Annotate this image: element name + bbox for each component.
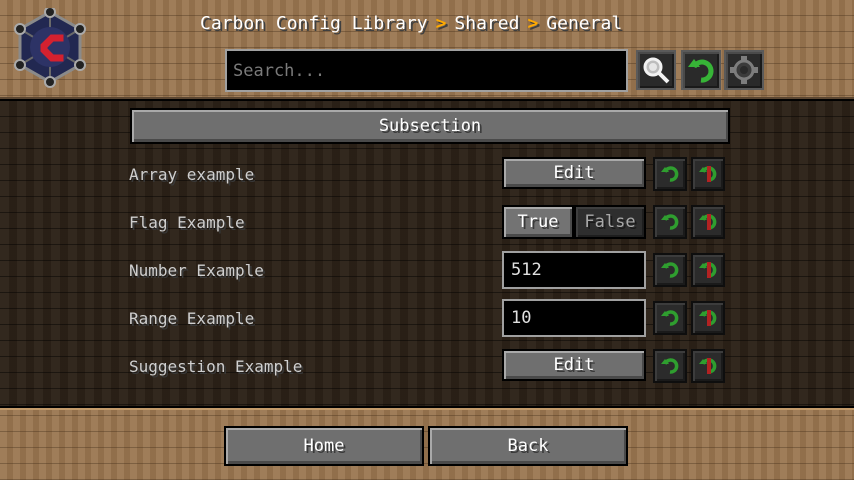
breadcrumb-item-shared[interactable]: Shared [454,13,519,34]
default-icon [699,214,717,230]
settings-button[interactable] [724,50,764,90]
flag-example-reset-button[interactable] [653,205,687,239]
carbon-logo-icon [14,8,86,88]
default-icon [699,310,717,326]
number-example-reset-button[interactable] [653,253,687,287]
range-example-label: Range Example [129,309,255,328]
array-example-label: Array example [129,165,255,184]
range-example-input[interactable]: 10 [502,299,646,337]
breadcrumb-separator: > [527,12,539,34]
search-input[interactable] [225,49,628,92]
reset-icon [661,166,679,182]
suggestion-example-edit-button[interactable]: Edit [502,349,646,381]
flag-example-default-button[interactable] [691,205,725,239]
reset-icon [688,59,714,83]
default-icon [699,166,717,182]
breadcrumb: Carbon Config Library > Shared > General [200,11,622,35]
footer [0,410,854,480]
reset-icon [661,358,679,374]
breadcrumb-item-root[interactable]: Carbon Config Library [200,13,428,34]
back-button[interactable]: Back [428,426,628,466]
reset-all-button[interactable] [681,50,721,90]
subsection-button[interactable]: Subsection [130,108,730,144]
default-icon [699,262,717,278]
gear-icon [730,56,758,84]
range-example-reset-button[interactable] [653,301,687,335]
search-button[interactable] [636,50,676,90]
breadcrumb-separator: > [435,12,447,34]
breadcrumb-item-current: General [546,12,623,34]
suggestion-example-label: Suggestion Example [129,357,303,376]
reset-icon [661,262,679,278]
default-icon [699,358,717,374]
range-example-default-button[interactable] [691,301,725,335]
flag-true-toggle[interactable]: True [502,205,574,239]
header: Carbon Config Library > Shared > General [0,0,854,100]
reset-icon [661,214,679,230]
flag-false-toggle[interactable]: False [574,205,646,239]
suggestion-example-default-button[interactable] [691,349,725,383]
search-icon [643,57,670,84]
flag-example-label: Flag Example [129,213,245,232]
number-example-label: Number Example [129,261,264,280]
array-example-default-button[interactable] [691,157,725,191]
array-example-edit-button[interactable]: Edit [502,157,646,189]
number-example-default-button[interactable] [691,253,725,287]
number-example-input[interactable]: 512 [502,251,646,289]
array-example-reset-button[interactable] [653,157,687,191]
suggestion-example-reset-button[interactable] [653,349,687,383]
home-button[interactable]: Home [224,426,424,466]
reset-icon [661,310,679,326]
